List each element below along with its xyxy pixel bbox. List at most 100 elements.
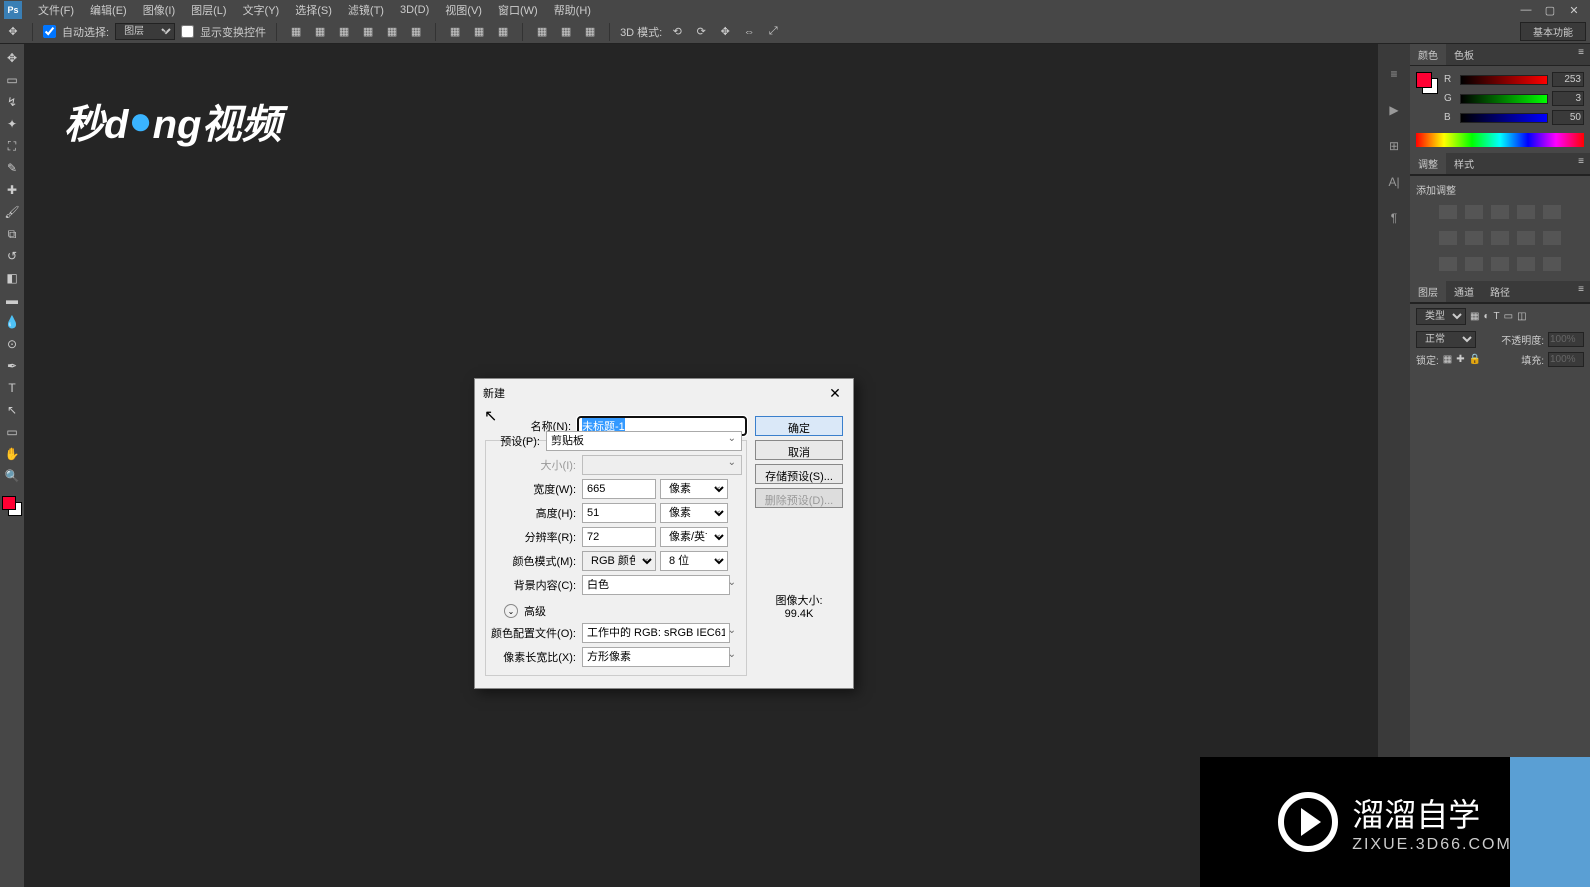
menu-help[interactable]: 帮助(H) [546, 0, 599, 20]
gradientmap-icon[interactable] [1517, 257, 1535, 271]
filter-pixel-icon[interactable]: ▦ [1470, 311, 1479, 322]
photofilter-icon[interactable] [1517, 231, 1535, 245]
shape-tool[interactable]: ▭ [2, 422, 22, 442]
align-top-icon[interactable]: ▦ [359, 23, 377, 41]
posterize-icon[interactable] [1465, 257, 1483, 271]
menu-select[interactable]: 选择(S) [287, 0, 340, 20]
profile-select[interactable]: 工作中的 RGB: sRGB IEC619... [582, 623, 730, 643]
brush-tool[interactable]: 🖌 [2, 202, 22, 222]
window-minimize[interactable]: — [1514, 2, 1538, 18]
properties-panel-icon[interactable]: ⊞ [1384, 136, 1404, 156]
vibrance-icon[interactable] [1543, 205, 1561, 219]
paths-tab[interactable]: 路径 [1482, 281, 1518, 302]
3d-orbit-icon[interactable]: ⟲ [668, 23, 686, 41]
menu-type[interactable]: 文字(Y) [235, 0, 288, 20]
resolution-input[interactable] [582, 527, 656, 547]
window-maximize[interactable]: ▢ [1538, 2, 1562, 18]
3d-scale-icon[interactable]: ⤢ [764, 23, 782, 41]
crop-tool[interactable]: ⛶ [2, 136, 22, 156]
colormode-select[interactable]: RGB 颜色 [582, 551, 656, 571]
auto-select-checkbox[interactable] [43, 25, 56, 38]
history-brush-tool[interactable]: ↺ [2, 246, 22, 266]
menu-layer[interactable]: 图层(L) [183, 0, 234, 20]
workspace-button[interactable]: 基本功能 [1520, 22, 1586, 41]
wand-tool[interactable]: ✦ [2, 114, 22, 134]
b-input[interactable] [1552, 110, 1584, 125]
3d-slide-icon[interactable]: ⇔ [740, 23, 758, 41]
3d-pan-icon[interactable]: ✥ [716, 23, 734, 41]
invert-icon[interactable] [1439, 257, 1457, 271]
threshold-icon[interactable] [1491, 257, 1509, 271]
adjustments-tab[interactable]: 调整 [1410, 153, 1446, 174]
gradient-tool[interactable]: ▬ [2, 290, 22, 310]
distribute-icon2[interactable]: ▦ [470, 23, 488, 41]
blend-mode-select[interactable]: 正常 [1416, 331, 1476, 348]
height-input[interactable] [582, 503, 656, 523]
blur-tool[interactable]: 💧 [2, 312, 22, 332]
align-middle-icon[interactable]: ▦ [383, 23, 401, 41]
panel-menu-icon[interactable]: ≡ [1572, 153, 1590, 174]
stamp-tool[interactable]: ⧉ [2, 224, 22, 244]
foreground-color-swatch[interactable] [2, 496, 16, 510]
filter-shape-icon[interactable]: ▭ [1504, 311, 1513, 322]
pen-tool[interactable]: ✒ [2, 356, 22, 376]
menu-3d[interactable]: 3D(D) [392, 2, 437, 18]
lock-position-icon[interactable]: ✚ [1456, 354, 1464, 365]
color-tab[interactable]: 颜色 [1410, 44, 1446, 65]
layer-filter-select[interactable]: 类型 [1416, 308, 1466, 325]
menu-image[interactable]: 图像(I) [135, 0, 183, 20]
color-spectrum[interactable] [1416, 133, 1584, 147]
menu-edit[interactable]: 编辑(E) [82, 0, 135, 20]
filter-type-icon[interactable]: T [1494, 311, 1500, 322]
panel-menu-icon[interactable]: ≡ [1572, 281, 1590, 302]
align-left-icon[interactable]: ▦ [287, 23, 305, 41]
cancel-button[interactable]: 取消 [755, 440, 843, 460]
fill-input[interactable] [1548, 352, 1584, 367]
zoom-tool[interactable]: 🔍 [2, 466, 22, 486]
bitdepth-select[interactable]: 8 位 [660, 551, 728, 571]
panel-color-swatch[interactable] [1416, 72, 1438, 94]
color-swatches[interactable] [2, 496, 22, 516]
paragraph-panel-icon[interactable]: ¶ [1384, 208, 1404, 228]
opacity-input[interactable] [1548, 332, 1584, 347]
curves-icon[interactable] [1491, 205, 1509, 219]
marquee-tool[interactable]: ▭ [2, 70, 22, 90]
eraser-tool[interactable]: ◧ [2, 268, 22, 288]
advanced-toggle[interactable]: ⌄ 高级 [504, 603, 742, 619]
hand-tool[interactable]: ✋ [2, 444, 22, 464]
arrange-icon[interactable]: ▦ [533, 23, 551, 41]
layers-tab[interactable]: 图层 [1410, 281, 1446, 302]
hue-icon[interactable] [1439, 231, 1457, 245]
g-slider[interactable] [1460, 94, 1548, 104]
distribute-icon3[interactable]: ▦ [494, 23, 512, 41]
ok-button[interactable]: 确定 [755, 416, 843, 436]
levels-icon[interactable] [1465, 205, 1483, 219]
3d-roll-icon[interactable]: ⟳ [692, 23, 710, 41]
show-transform-checkbox[interactable] [181, 25, 194, 38]
dodge-tool[interactable]: ⊙ [2, 334, 22, 354]
bw-icon[interactable] [1491, 231, 1509, 245]
arrange-icon3[interactable]: ▦ [581, 23, 599, 41]
swatches-tab[interactable]: 色板 [1446, 44, 1482, 65]
lasso-tool[interactable]: ↯ [2, 92, 22, 112]
type-tool[interactable]: T [2, 378, 22, 398]
g-input[interactable] [1552, 91, 1584, 106]
align-center-icon[interactable]: ▦ [311, 23, 329, 41]
lock-pixels-icon[interactable]: ▦ [1443, 354, 1452, 365]
menu-view[interactable]: 视图(V) [437, 0, 490, 20]
character-panel-icon[interactable]: A| [1384, 172, 1404, 192]
width-input[interactable] [582, 479, 656, 499]
dialog-close-button[interactable]: ✕ [825, 383, 845, 403]
r-input[interactable] [1552, 72, 1584, 87]
window-close[interactable]: ✕ [1562, 2, 1586, 18]
menu-window[interactable]: 窗口(W) [490, 0, 546, 20]
r-slider[interactable] [1460, 75, 1548, 85]
colorbalance-icon[interactable] [1465, 231, 1483, 245]
auto-select-dropdown[interactable]: 图层 [115, 23, 175, 40]
path-tool[interactable]: ↖ [2, 400, 22, 420]
filter-adjust-icon[interactable]: ◐ [1483, 311, 1489, 322]
menu-file[interactable]: 文件(F) [30, 0, 82, 20]
filter-smart-icon[interactable]: ◫ [1517, 311, 1526, 322]
selective-icon[interactable] [1543, 257, 1561, 271]
arrange-icon2[interactable]: ▦ [557, 23, 575, 41]
